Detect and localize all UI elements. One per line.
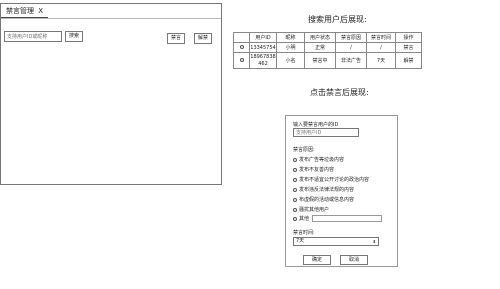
search-button[interactable]: 搜索: [65, 31, 83, 42]
action-link[interactable]: 禁言: [395, 42, 422, 53]
radio-icon[interactable]: [293, 157, 297, 162]
chevron-updown-icon: ⬍: [372, 239, 376, 244]
time-cell: 7天: [366, 52, 396, 69]
close-icon[interactable]: X: [38, 7, 43, 15]
reason-option-label: 布虚假的活动或信息内容: [299, 197, 355, 203]
reason-option-fake-info[interactable]: 布虚假的活动或信息内容: [293, 196, 354, 203]
reason-option-label: 其他: [299, 216, 310, 222]
row-select-cell[interactable]: [233, 42, 250, 53]
reason-cell: 非法广告: [335, 52, 367, 69]
reason-option-unfriendly[interactable]: 发布不友善内容: [293, 166, 334, 173]
reason-option-label: 发布违反法律法规的内容: [299, 187, 355, 193]
tab-mute-management[interactable]: 禁言管理 X: [1, 4, 49, 18]
reason-label: 禁言原因:: [293, 147, 315, 153]
other-reason-input[interactable]: [312, 215, 383, 222]
reason-option-label: 骚扰其他用户: [299, 207, 330, 213]
unmute-button[interactable]: 解禁: [194, 33, 212, 44]
reason-option-illegal[interactable]: 发布违反法律法规的内容: [293, 186, 354, 193]
status-cell: 正常: [304, 42, 336, 53]
col-header-action: 操作: [395, 32, 422, 43]
reason-option-label: 发布广告等垃圾内容: [299, 157, 345, 163]
reason-cell: /: [335, 42, 367, 53]
user-id-input[interactable]: [293, 128, 359, 137]
col-header-nickname: 昵称: [276, 32, 305, 43]
table-header-row: 用户ID 昵称 用户状态 禁言原因 禁言时间 操作: [233, 32, 422, 43]
nickname-cell: 小名: [276, 52, 305, 69]
col-header-mute-time: 禁言时间: [366, 32, 396, 43]
col-header-select: [233, 32, 250, 43]
radio-icon[interactable]: [293, 197, 297, 202]
search-result-heading: 搜索用户后展现:: [308, 15, 367, 24]
user-id-cell: 18967838 462: [249, 52, 277, 69]
radio-icon[interactable]: [239, 58, 244, 62]
reason-option-harassment[interactable]: 骚扰其他用户: [293, 206, 329, 213]
search-input[interactable]: [4, 31, 62, 42]
row-select-cell[interactable]: [233, 52, 250, 69]
reason-option-political[interactable]: 发布不适宜公开讨论的政治内容: [293, 176, 369, 183]
mute-time-value: 7天: [296, 238, 305, 244]
reason-option-other[interactable]: 其他: [293, 215, 383, 222]
user-id-cell: 13345754: [249, 42, 277, 53]
col-header-user-status: 用户状态: [304, 32, 336, 43]
mute-time-select[interactable]: 7天 ⬍: [293, 237, 379, 246]
user-id-label: 输入要禁言用户的ID: [293, 122, 339, 128]
nickname-cell: 小明: [276, 42, 305, 53]
col-header-mute-reason: 禁言原因: [335, 32, 367, 43]
search-result-table: 用户ID 昵称 用户状态 禁言原因 禁言时间 操作 13345754 小明 正常…: [233, 32, 422, 69]
col-header-user-id: 用户ID: [249, 32, 277, 43]
time-label: 禁言时间:: [293, 230, 315, 236]
table-row: 13345754 小明 正常 / / 禁言: [233, 42, 422, 53]
reason-option-label: 发布不友善内容: [299, 167, 335, 173]
cancel-button[interactable]: 取消: [340, 255, 368, 265]
mute-dialog-heading: 点击禁言后展现:: [310, 88, 369, 97]
reason-option-spam[interactable]: 发布广告等垃圾内容: [293, 156, 344, 163]
confirm-button[interactable]: 确定: [303, 255, 331, 265]
radio-icon[interactable]: [293, 177, 297, 182]
tab-label: 禁言管理: [6, 7, 34, 15]
reason-option-label: 发布不适宜公开讨论的政治内容: [299, 177, 370, 183]
radio-icon[interactable]: [293, 167, 297, 172]
radio-icon[interactable]: [293, 216, 297, 221]
tab-divider: [1, 18, 221, 19]
mute-button[interactable]: 禁言: [167, 33, 185, 44]
table-row: 18967838 462 小名 禁言中 非法广告 7天 解禁: [233, 52, 422, 69]
radio-icon[interactable]: [293, 187, 297, 192]
action-link[interactable]: 解禁: [395, 52, 422, 69]
status-cell: 禁言中: [304, 52, 336, 69]
mute-management-panel: 禁言管理 X 搜索 禁言 解禁: [0, 3, 222, 185]
radio-icon[interactable]: [239, 45, 244, 49]
mute-dialog: 输入要禁言用户的ID 禁言原因: 发布广告等垃圾内容 发布不友善内容 发布不适宜…: [285, 115, 398, 267]
time-cell: /: [366, 42, 396, 53]
radio-icon[interactable]: [293, 207, 297, 212]
